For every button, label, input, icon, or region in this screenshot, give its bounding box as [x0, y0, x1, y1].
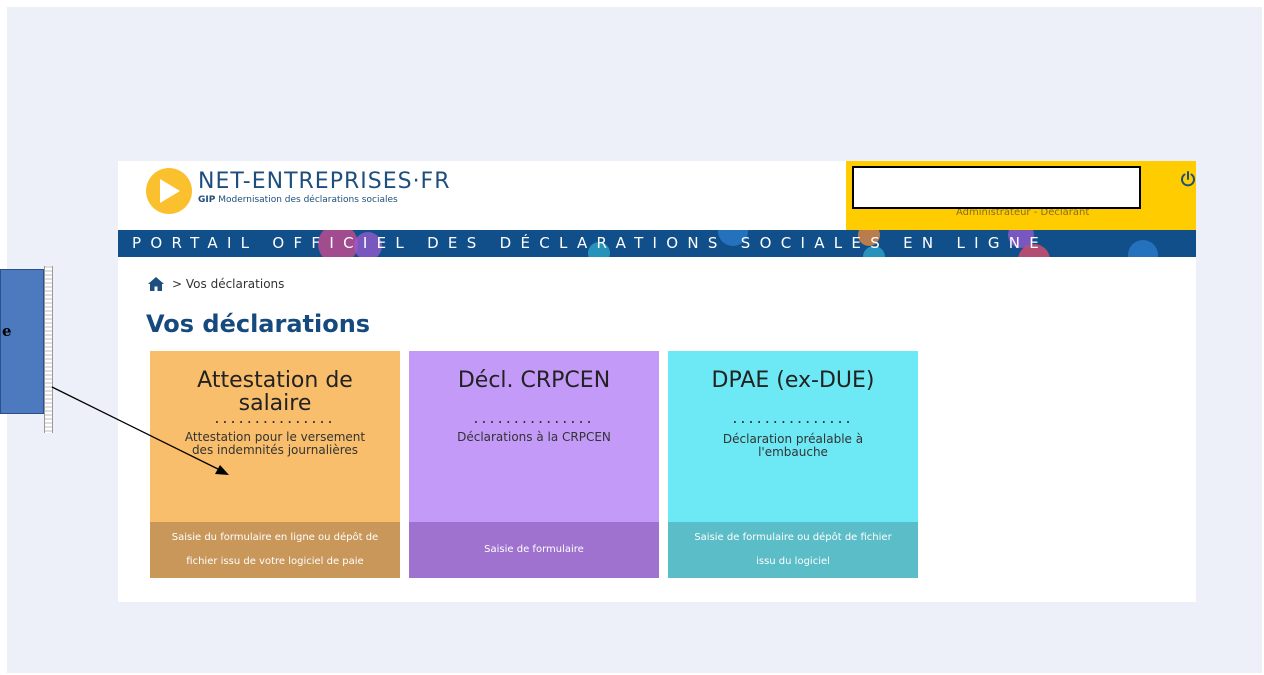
card-footer[interactable]: Saisie du formulaire en ligne ou dépôt d…: [150, 522, 400, 578]
card-description: Déclarations à la CRPCEN: [419, 431, 649, 444]
brand-subtitle: GIP Modernisation des déclarations socia…: [198, 195, 398, 205]
power-icon[interactable]: [1179, 170, 1197, 188]
card-dots: ...............: [473, 408, 595, 427]
annotation-callout: [0, 269, 44, 414]
card-footer-line: issu du logiciel: [756, 556, 830, 567]
user-info-box[interactable]: [852, 166, 1141, 209]
brand-name[interactable]: NET-ENTREPRISES·FR: [198, 169, 451, 194]
card-description-line: l'embauche: [758, 445, 828, 459]
card-decl-crpcen[interactable]: Décl. CRPCEN ............... Déclaration…: [409, 351, 659, 578]
card-footer[interactable]: Saisie de formulaire: [409, 522, 659, 578]
brand-sub-text: Modernisation des déclarations sociales: [215, 195, 398, 205]
breadcrumb-current: Vos déclarations: [185, 277, 285, 291]
banner-text: PORTAIL OFFICIEL DES DÉCLARATIONS SOCIAL…: [132, 234, 1049, 252]
card-title-line: Décl. CRPCEN: [457, 368, 611, 393]
card-description-line: Déclarations à la CRPCEN: [457, 430, 611, 444]
card-footer-line: Saisie du formulaire en ligne ou dépôt d…: [171, 532, 379, 543]
card-footer-line: Saisie de formulaire: [484, 544, 584, 555]
card-dots: ...............: [732, 408, 854, 427]
page-title: Vos déclarations: [146, 310, 371, 338]
card-dpae[interactable]: DPAE (ex-DUE) ............... Déclaratio…: [668, 351, 918, 578]
card-footer-line: Saisie de formulaire ou dépôt de fichier: [694, 532, 892, 543]
card-description: Attestation pour le versement des indemn…: [160, 431, 390, 457]
card-title: DPAE (ex-DUE): [668, 369, 918, 392]
card-attestation-salaire[interactable]: Attestation de salaire ............... A…: [150, 351, 400, 578]
home-icon[interactable]: [147, 276, 165, 292]
breadcrumb-separator: >: [172, 277, 183, 291]
breadcrumb: > Vos déclarations: [172, 277, 284, 291]
play-icon: [160, 179, 180, 203]
callout-label: e: [2, 322, 12, 340]
card-description: Déclaration préalable à l'embauche: [678, 433, 908, 459]
card-footer[interactable]: Saisie de formulaire ou dépôt de fichier…: [668, 522, 918, 578]
banner-decoration: [1128, 240, 1158, 257]
card-title-line: DPAE (ex-DUE): [711, 368, 875, 393]
card-footer-line: fichier issu de votre logiciel de paie: [186, 556, 364, 567]
brand-sub-bold: GIP: [198, 195, 216, 205]
card-description-line: des indemnités journalières: [191, 443, 359, 457]
card-dots: ...............: [214, 408, 336, 427]
logo-play-icon[interactable]: [146, 168, 192, 214]
portal-banner: PORTAIL OFFICIEL DES DÉCLARATIONS SOCIAL…: [118, 230, 1196, 257]
callout-shadow: [44, 266, 53, 433]
card-title-line: Attestation de: [197, 368, 353, 393]
card-title: Décl. CRPCEN: [409, 369, 659, 392]
